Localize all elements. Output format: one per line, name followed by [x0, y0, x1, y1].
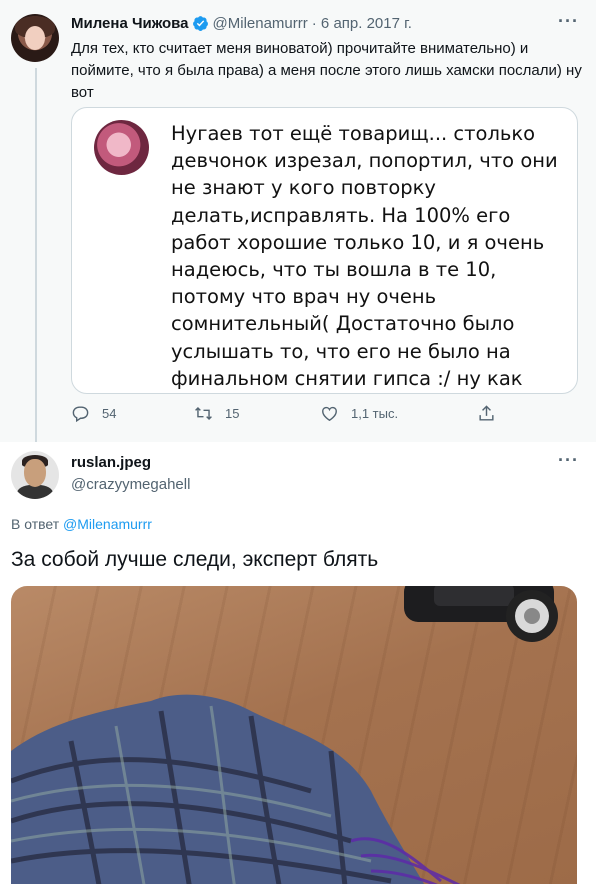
screenshot-avatar: [94, 120, 149, 175]
author-avatar[interactable]: [11, 14, 59, 62]
attached-image[interactable]: Нугаев тот ещё товарищ... столько девчон…: [71, 107, 578, 394]
share-button[interactable]: [477, 404, 496, 423]
attached-video[interactable]: [11, 586, 577, 884]
more-icon[interactable]: ···: [558, 12, 578, 36]
tweet-date[interactable]: · 6 апр. 2017 г.: [312, 15, 412, 32]
hoverboard-image: [404, 586, 558, 642]
reply-text: За собой лучше следи, эксперт блять: [11, 548, 379, 571]
like-count: 1,1 тыс.: [351, 406, 399, 421]
reply-button[interactable]: 54: [71, 404, 116, 423]
retweet-icon: [195, 406, 212, 421]
like-button[interactable]: 1,1 тыс.: [320, 404, 398, 423]
tweet-header: Милена Чижова @Milenamurrr · 6 апр. 2017…: [71, 15, 412, 32]
blanket-image: [11, 694, 461, 884]
parent-tweet[interactable]: Милена Чижова @Milenamurrr · 6 апр. 2017…: [0, 0, 596, 442]
reply-author-name[interactable]: ruslan.jpeg: [71, 454, 151, 471]
reply-count: 54: [102, 406, 117, 421]
author-handle[interactable]: @Milenamurrr: [213, 15, 308, 32]
reply-prefix: В ответ: [11, 516, 60, 532]
thread-line: [35, 68, 37, 442]
author-name[interactable]: Милена Чижова: [71, 15, 189, 32]
retweet-count: 15: [225, 406, 240, 421]
screenshot-text: Нугаев тот ещё товарищ... столько девчон…: [171, 122, 558, 390]
more-icon[interactable]: ···: [558, 451, 578, 475]
like-icon: [322, 406, 337, 422]
action-bar: 54 15 1,1 тыс.: [71, 404, 511, 428]
tweet-text: Для тех, кто считает меня виноватой) про…: [71, 40, 582, 101]
reply-tweet[interactable]: ruslan.jpeg @crazyymegahell ··· В ответ …: [0, 442, 596, 884]
share-icon: [479, 405, 494, 421]
reply-icon: [72, 406, 89, 423]
retweet-button[interactable]: 15: [194, 404, 239, 423]
reply-author-handle[interactable]: @crazyymegahell: [71, 476, 190, 493]
verified-badge-icon: [192, 16, 208, 31]
reply-author-avatar[interactable]: [11, 451, 59, 499]
reply-to-handle[interactable]: @Milenamurrr: [63, 516, 152, 532]
replying-to: В ответ @Milenamurrr: [11, 516, 152, 532]
